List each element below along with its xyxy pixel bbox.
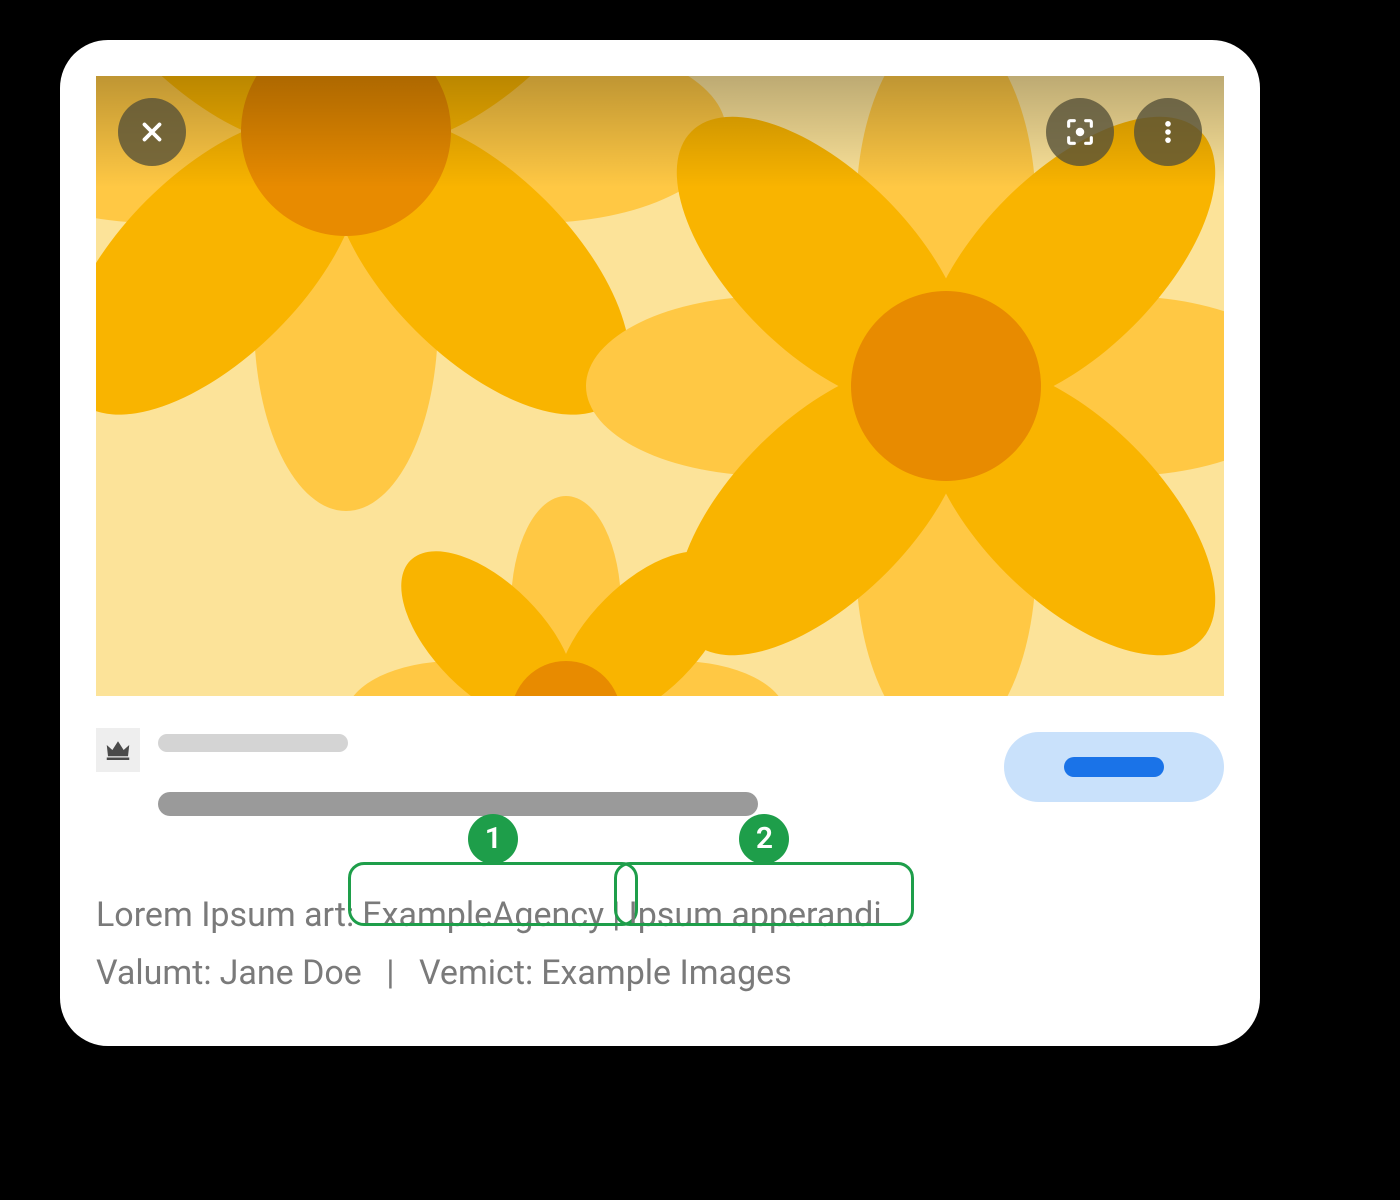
- licensable-badge: [96, 728, 140, 772]
- lens-icon: [1063, 115, 1097, 149]
- credits-line-1: Lorem Ipsum art: ExampleAgency 1 | Ipsum…: [96, 886, 1224, 944]
- more-button[interactable]: [1134, 98, 1202, 166]
- creditline-label: Vemict:: [419, 944, 533, 1002]
- meta-row: [96, 728, 1224, 816]
- credit-label: Lorem Ipsum art:: [96, 886, 354, 944]
- separator: |: [612, 886, 620, 944]
- close-icon: [137, 117, 167, 147]
- action-pill-button[interactable]: [1004, 732, 1224, 802]
- callout-badge-1: 1: [468, 814, 518, 864]
- more-icon: [1154, 118, 1182, 146]
- creator-value: Jane Doe: [220, 944, 362, 1002]
- hero-image: [96, 76, 1224, 696]
- title-placeholder: [158, 792, 758, 816]
- callout-badge-2: 2: [739, 814, 789, 864]
- action-pill-label-placeholder: [1064, 757, 1164, 777]
- image-viewer-card: Lorem Ipsum art: ExampleAgency 1 | Ipsum…: [60, 40, 1260, 1046]
- close-button[interactable]: [118, 98, 186, 166]
- credit-copyright: Ipsum apperandi: [628, 895, 881, 935]
- crown-icon: [103, 735, 133, 765]
- creditline-value: Example Images: [541, 944, 792, 1002]
- lens-button[interactable]: [1046, 98, 1114, 166]
- credits-line-2: Valumt: Jane Doe | Vemict: Example Image…: [96, 944, 1224, 1002]
- separator: |: [386, 944, 394, 1002]
- creator-label: Valumt:: [96, 944, 212, 1002]
- source-placeholder: [158, 734, 348, 752]
- credit-agency: ExampleAgency: [362, 895, 604, 935]
- image-credits: Lorem Ipsum art: ExampleAgency 1 | Ipsum…: [96, 886, 1224, 1002]
